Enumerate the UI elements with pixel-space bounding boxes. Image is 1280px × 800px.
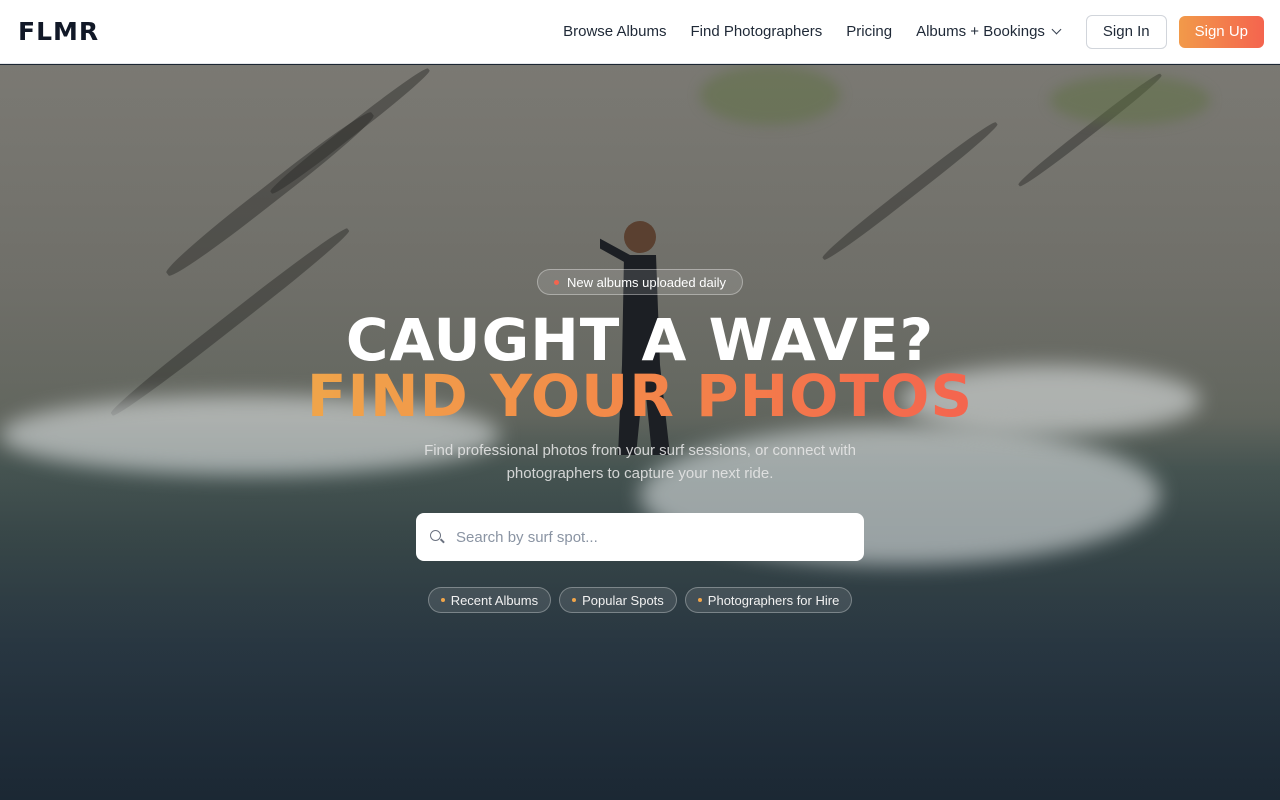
- search-icon: [430, 530, 444, 544]
- main-nav: Browse Albums Find Photographers Pricing…: [563, 14, 1264, 49]
- chip-dot-icon: [697, 598, 702, 602]
- chip-popular-spots[interactable]: Popular Spots: [559, 587, 677, 613]
- chip-label: Recent Albums: [450, 592, 539, 608]
- badge-dot-icon: [554, 279, 559, 285]
- hero-subtitle: Find professional photos from your surf …: [424, 442, 856, 482]
- chevron-down-icon: [1051, 24, 1062, 35]
- chip-recent-albums[interactable]: Recent Albums: [427, 587, 552, 613]
- chip-label: Popular Spots: [582, 592, 664, 608]
- nav-albums-bookings-dropdown[interactable]: Albums + Bookings: [916, 23, 1062, 40]
- logo[interactable]: FLMR: [18, 17, 99, 46]
- sign-up-button[interactable]: Sign Up: [1178, 15, 1264, 48]
- nav-browse-albums[interactable]: Browse Albums: [563, 23, 666, 40]
- hero-headline-accent: FIND YOUR PHOTOS: [0, 365, 1280, 427]
- search-input[interactable]: [456, 528, 836, 546]
- nav-find-photographers[interactable]: Find Photographers: [690, 23, 822, 40]
- status-badge: New albums uploaded daily: [537, 269, 743, 295]
- dropdown-label: Albums + Bookings: [916, 23, 1045, 40]
- chip-dot-icon: [440, 598, 445, 602]
- chip-label: Photographers for Hire: [707, 592, 840, 608]
- top-nav: FLMR Browse Albums Find Photographers Pr…: [0, 0, 1280, 64]
- sign-in-button[interactable]: Sign In: [1085, 14, 1167, 49]
- chip-photographers-for-hire[interactable]: Photographers for Hire: [684, 587, 853, 613]
- nav-pricing[interactable]: Pricing: [846, 23, 892, 40]
- hero-headline-accent-text: FIND YOUR PHOTOS: [306, 362, 974, 430]
- chip-dot-icon: [572, 598, 577, 602]
- search-bar[interactable]: [416, 513, 864, 561]
- badge-text: New albums uploaded daily: [567, 274, 726, 290]
- hero-content: New albums uploaded daily CAUGHT A WAVE?…: [0, 65, 1280, 800]
- hero-section: New albums uploaded daily CAUGHT A WAVE?…: [0, 65, 1280, 800]
- quick-links: Recent Albums Popular Spots Photographer…: [0, 587, 1280, 613]
